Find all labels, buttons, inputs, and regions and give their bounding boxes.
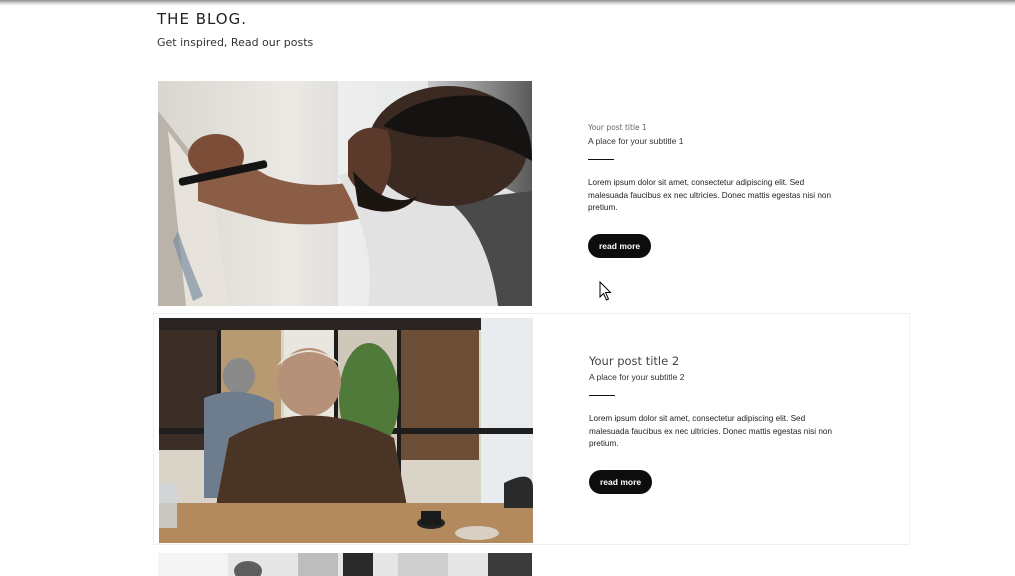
post-subtitle: A place for your subtitle 2 [589,372,685,382]
arrow-cursor-icon [599,280,613,306]
page-subtitle: Get inspired, Read our posts [157,36,314,49]
post-excerpt: Lorem ipsum dolor sit amet, consectetur … [588,178,832,212]
post-image-partial[interactable] [158,553,532,576]
top-edge-shadow [0,0,1015,6]
read-more-button[interactable]: read more [589,469,653,494]
post-title[interactable]: Your post title 2 [589,354,859,368]
blog-post-1: Your post title 1 A place for your subti… [153,77,910,309]
post-image-painter[interactable] [158,81,532,306]
page-title: THE BLOG. [157,10,247,28]
post-title[interactable]: Your post title 1 [588,123,858,132]
read-more-button[interactable]: read more [588,233,652,258]
blog-post-3 [153,549,910,576]
blog-post-2: Your post title 2 A place for your subti… [153,313,910,545]
post-text-2: Your post title 2 A place for your subti… [589,354,859,494]
divider [588,159,614,160]
divider [589,395,615,396]
post-image-cafe[interactable] [159,318,533,543]
post-text-1: Your post title 1 A place for your subti… [588,123,858,258]
post-subtitle: A place for your subtitle 1 [588,136,684,146]
post-excerpt: Lorem ipsum dolor sit amet, consectetur … [589,414,833,448]
